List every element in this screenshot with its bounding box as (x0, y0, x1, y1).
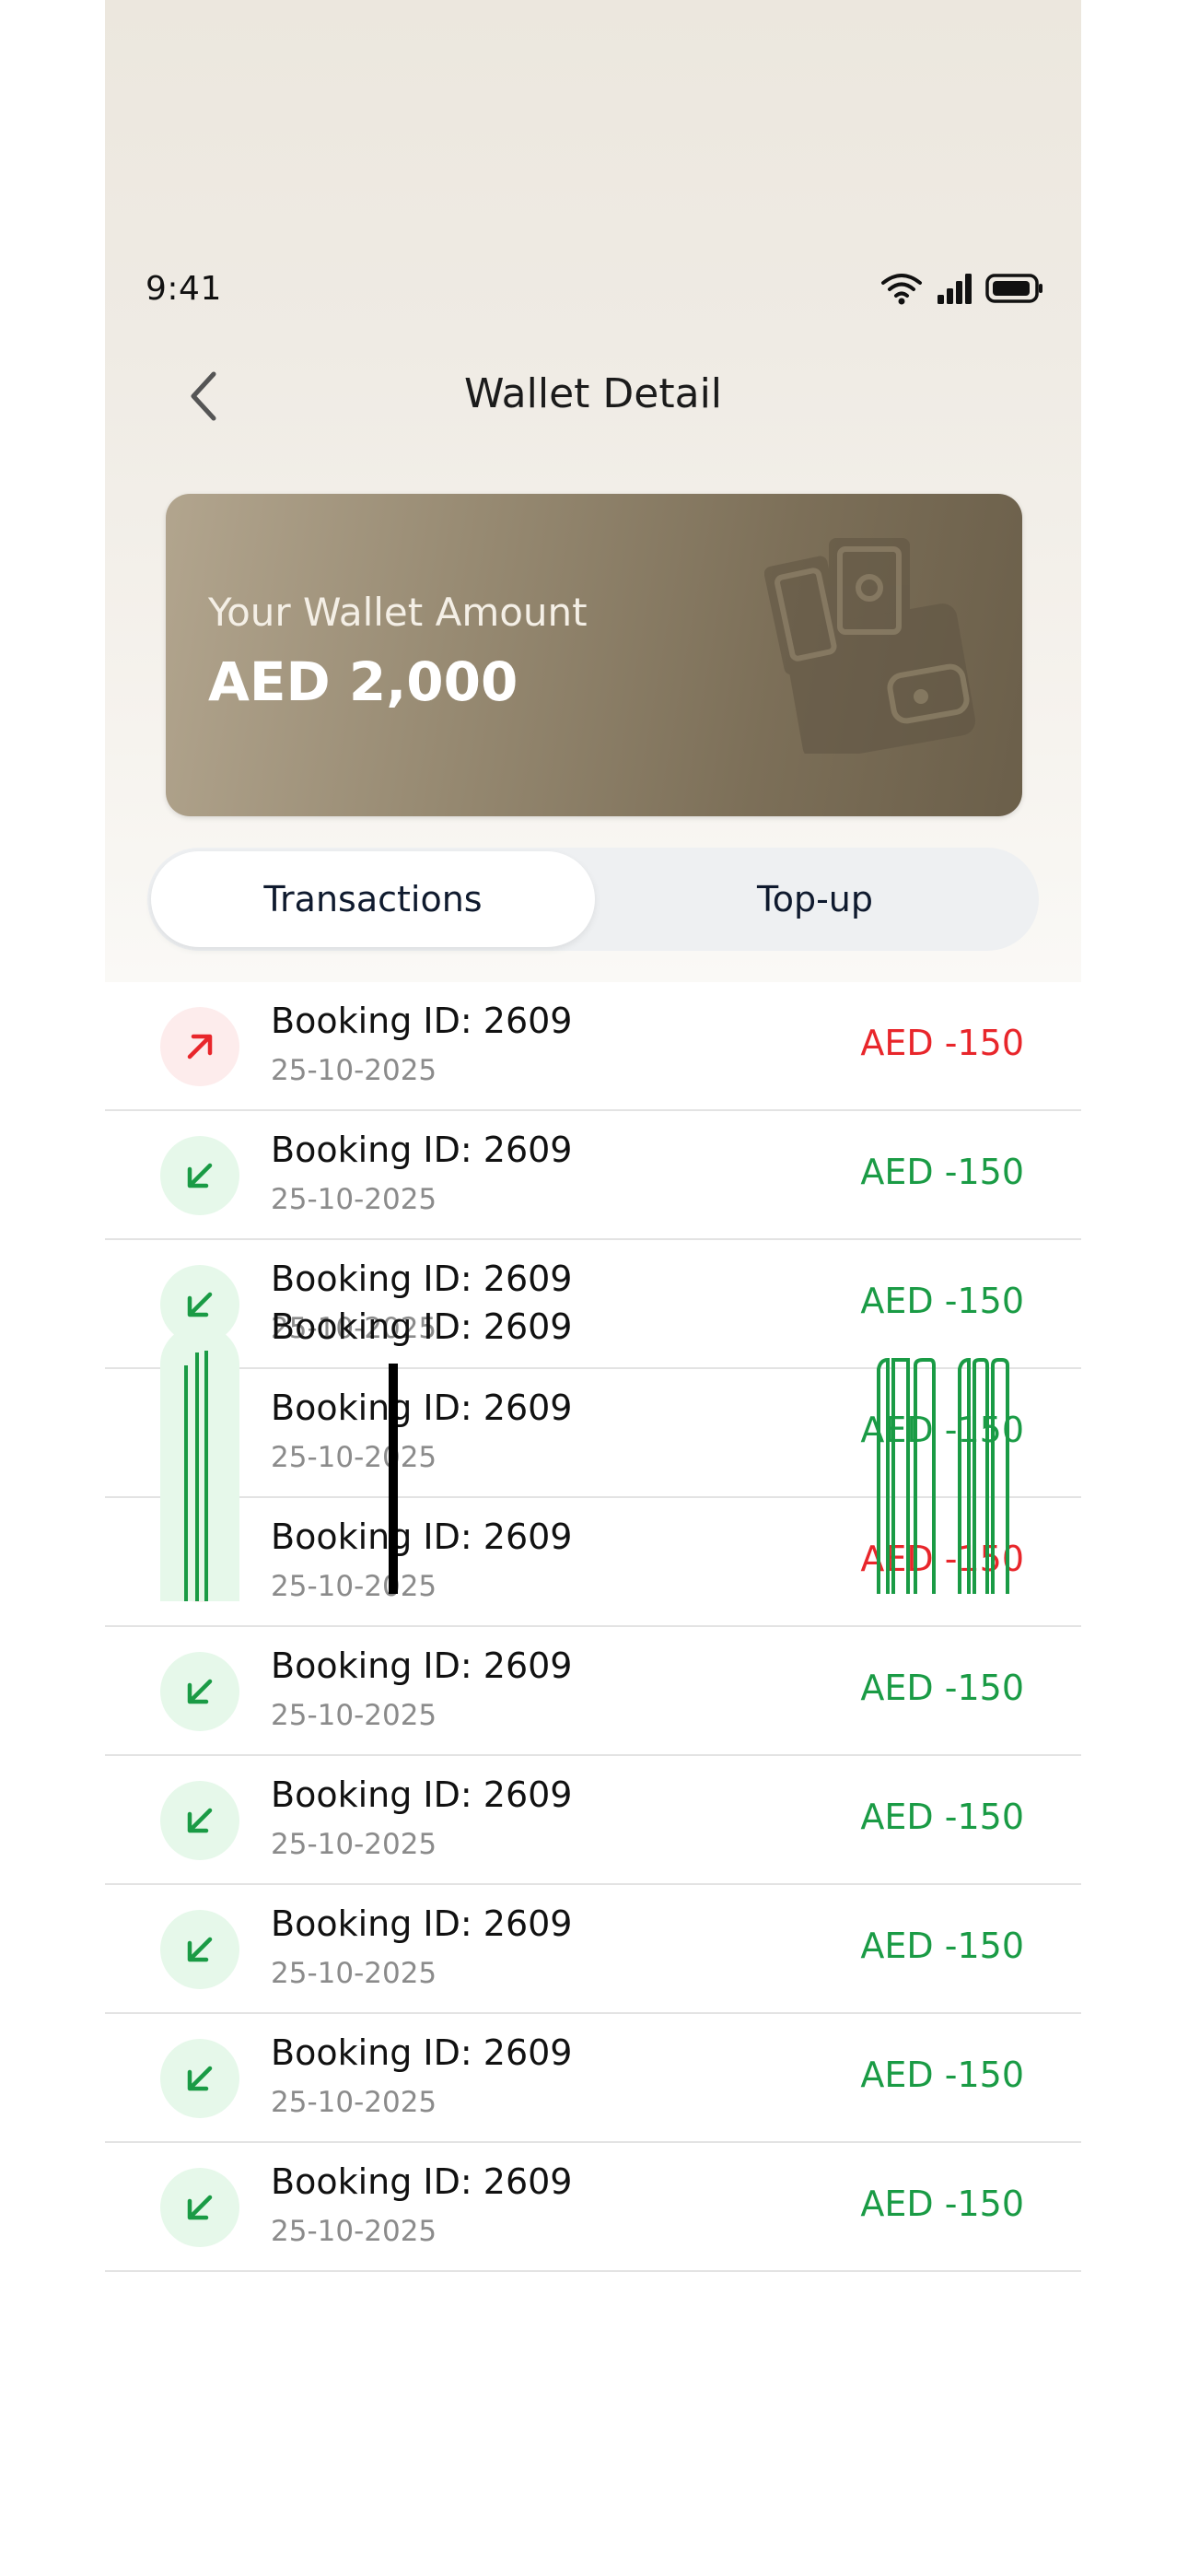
arrow-up-right-icon (160, 1007, 239, 1086)
list-item[interactable]: Booking ID: 2609 25-10-2025 AED -150 (105, 2143, 1081, 2272)
list-item[interactable]: Booking ID: 2609 25-10-2025 AED -150 (105, 2014, 1081, 2143)
segmented-tabs: Transactions Top-up (147, 848, 1039, 951)
arrow-down-left-icon (160, 1136, 239, 1215)
status-bar: 9:41 (105, 263, 1081, 318)
arrow-down-left-icon (160, 1325, 239, 1601)
list-item[interactable]: Booking ID: 2609 25-10-2025 AED -150 (105, 982, 1081, 1111)
wallet-icon (764, 538, 976, 754)
transaction-amount: AED -150 (860, 1926, 1024, 1966)
wallet-amount-label: Your Wallet Amount (208, 590, 588, 635)
text-artifact (389, 1364, 398, 1594)
transaction-amount: AED -150 (860, 1152, 1024, 1192)
transaction-amount: AED -150 (860, 1797, 1024, 1837)
transaction-amount: AED -150 (860, 2184, 1024, 2224)
transaction-title: Booking ID: 2609 (271, 1001, 573, 1041)
status-icons (880, 272, 1044, 305)
transaction-date: 25-10-2025 (271, 1957, 437, 1990)
transaction-list: Booking ID: 2609 25-10-2025 AED -150 Bookin… (105, 982, 1081, 2272)
arrow-down-left-icon (160, 1781, 239, 1860)
arrow-down-left-icon (160, 2168, 239, 2247)
wifi-icon (881, 274, 922, 305)
list-item-partial[interactable]: Booking ID: 2609 (105, 1290, 1081, 1601)
transaction-amount: AED -150 (860, 1023, 1024, 1063)
app-screen: 9:41 Wallet Detail Your Wallet Amount AE… (105, 0, 1081, 2576)
page-title: Wallet Detail (463, 370, 723, 417)
transaction-title: Booking ID: 2609 (271, 2161, 573, 2202)
list-item[interactable]: Booking ID: 2609 25-10-2025 AED -150 (105, 1756, 1081, 1885)
status-time: 9:41 (146, 270, 222, 308)
tab-transactions[interactable]: Transactions (151, 851, 595, 947)
transaction-date: 25-10-2025 (271, 2086, 437, 2119)
wallet-card: Your Wallet Amount AED 2,000 (166, 494, 1022, 816)
transaction-title: Booking ID: 2609 (271, 1774, 573, 1815)
transaction-date: 25-10-2025 (271, 1183, 437, 1216)
arrow-down-left-icon (160, 2039, 239, 2118)
transaction-title: Booking ID: 2609 (271, 2032, 573, 2073)
transaction-title: Booking ID: 2609 (271, 1903, 573, 1944)
tab-top-up[interactable]: Top-up (593, 851, 1037, 947)
arrow-down-left-icon (160, 1910, 239, 1989)
signal-icon (938, 274, 972, 304)
list-item[interactable]: Booking ID: 2609 25-10-2025 AED -150 (105, 1111, 1081, 1240)
transaction-title: Booking ID: 2609 (271, 1130, 573, 1170)
header-background (105, 0, 1081, 982)
list-item[interactable]: Booking ID: 2609 25-10-2025 AED -150 (105, 1627, 1081, 1756)
transaction-amount: AED -150 (860, 1668, 1024, 1708)
header: Wallet Detail (105, 359, 1081, 433)
transaction-title: Booking ID: 2609 (271, 1645, 573, 1686)
arrow-down-left-icon (160, 1652, 239, 1731)
transaction-date: 25-10-2025 (271, 1699, 437, 1732)
battery-icon (985, 274, 1042, 303)
transaction-date: 25-10-2025 (271, 1054, 437, 1087)
transaction-amount: AED -150 (860, 2055, 1024, 2095)
amount-artifact (877, 1357, 1009, 1594)
transaction-date: 25-10-2025 (271, 2215, 437, 2248)
list-item[interactable]: Booking ID: 2609 25-10-2025 AED -150 (105, 1885, 1081, 2014)
transaction-date: 25-10-2025 (271, 1828, 437, 1861)
wallet-amount-value: AED 2,000 (208, 650, 518, 713)
transaction-title: Booking ID: 2609 (271, 1306, 573, 1347)
